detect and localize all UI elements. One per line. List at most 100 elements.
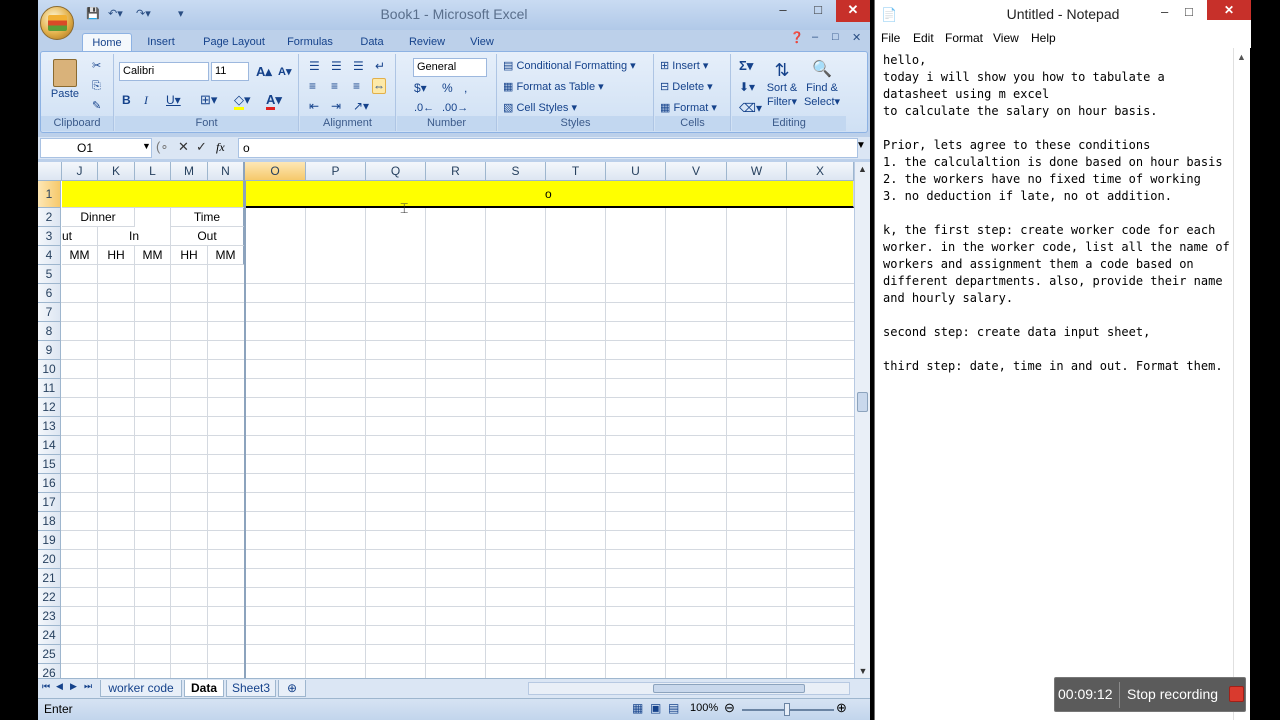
cell-dinner[interactable]: Dinner	[62, 208, 135, 227]
number-format-box[interactable]: General	[413, 58, 487, 77]
row-header[interactable]: 10	[38, 360, 61, 379]
close-button[interactable]: ✕	[836, 0, 870, 22]
customize-qat-icon[interactable]: ▾	[178, 7, 184, 23]
insert-function-icon[interactable]: fx	[216, 140, 225, 155]
page-break-view-icon[interactable]: ▤	[668, 701, 679, 715]
scroll-down-icon[interactable]: ▼	[855, 666, 870, 676]
help-icon[interactable]: ❓	[790, 31, 804, 47]
column-header[interactable]: Q	[366, 162, 426, 181]
fill-icon[interactable]: ⬇▾	[738, 79, 756, 95]
enter-entry-icon[interactable]: ✓	[196, 139, 207, 155]
row-header[interactable]: 15	[38, 455, 61, 474]
row-header[interactable]: 17	[38, 493, 61, 512]
sheet-tab-data[interactable]: Data	[184, 680, 224, 697]
currency-icon[interactable]: $▾	[413, 80, 428, 96]
row-header[interactable]: 20	[38, 550, 61, 569]
column-header[interactable]: N	[208, 162, 245, 181]
office-button[interactable]	[40, 6, 74, 40]
row-header[interactable]: 19	[38, 531, 61, 550]
cell-mm[interactable]: MM	[208, 246, 245, 265]
zoom-out-icon[interactable]: ⊖	[724, 700, 735, 716]
column-header[interactable]: J	[62, 162, 98, 181]
column-header[interactable]: O	[245, 162, 306, 181]
delete-cells-button[interactable]: ⊟ Delete ▾	[659, 79, 727, 95]
menu-edit[interactable]: Edit	[913, 31, 934, 45]
cell-time[interactable]: Time	[171, 208, 245, 227]
row-header[interactable]: 16	[38, 474, 61, 493]
comma-icon[interactable]: ,	[463, 80, 468, 96]
row-header[interactable]: 4	[38, 246, 61, 265]
column-header[interactable]: T	[546, 162, 606, 181]
horizontal-scrollbar[interactable]	[528, 682, 850, 695]
stop-recording-button[interactable]: Stop recording	[1127, 686, 1218, 702]
column-header[interactable]: S	[486, 162, 546, 181]
column-header[interactable]: K	[98, 162, 135, 181]
cell-mm[interactable]: MM	[135, 246, 171, 265]
expand-formula-bar-icon[interactable]: ▼	[856, 140, 866, 151]
font-size-box[interactable]: 11	[211, 62, 249, 81]
zoom-in-icon[interactable]: ⊕	[836, 700, 847, 716]
cell-ut[interactable]: ut	[62, 227, 98, 246]
tab-page-layout[interactable]: Page Layout	[196, 33, 272, 52]
column-header[interactable]: V	[666, 162, 727, 181]
copy-icon[interactable]: ⎘	[91, 78, 102, 94]
notepad-maximize-button[interactable]: □	[1185, 4, 1193, 19]
horizontal-scroll-thumb[interactable]	[653, 684, 805, 693]
sheet-tab-worker-code[interactable]: worker code	[100, 680, 182, 697]
tab-home[interactable]: Home	[82, 33, 132, 52]
column-header[interactable]: R	[426, 162, 486, 181]
clear-icon[interactable]: ⌫▾	[738, 100, 763, 116]
shrink-font-icon[interactable]: A▾	[277, 64, 292, 80]
conditional-formatting-button[interactable]: ▤ Conditional Formatting ▾	[502, 58, 650, 74]
scroll-up-icon[interactable]: ▲	[855, 164, 870, 174]
tab-insert[interactable]: Insert	[138, 33, 184, 52]
normal-view-icon[interactable]: ▦	[632, 701, 643, 715]
align-center-icon[interactable]: ≡	[330, 78, 339, 94]
column-header[interactable]: L	[135, 162, 171, 181]
row-header[interactable]: 22	[38, 588, 61, 607]
name-box[interactable]: O1	[40, 138, 152, 158]
ribbon-restore-icon[interactable]: □	[832, 31, 839, 47]
notepad-scroll-up-icon[interactable]: ▲	[1234, 52, 1249, 62]
row-header[interactable]: 2	[38, 208, 61, 227]
align-bottom-icon[interactable]: ☰	[352, 58, 365, 74]
ribbon-minimize-icon[interactable]: –	[812, 31, 818, 47]
align-top-icon[interactable]: ☰	[308, 58, 321, 74]
align-right-icon[interactable]: ≡	[352, 78, 361, 94]
vertical-scroll-thumb[interactable]	[857, 392, 868, 412]
align-middle-icon[interactable]: ☰	[330, 58, 343, 74]
sort-filter-button[interactable]: ⇅ Sort & Filter▾	[764, 58, 800, 110]
worksheet-grid[interactable]: J K L M N O P Q R S T U V W X 1234567891…	[38, 162, 854, 678]
zoom-slider-thumb[interactable]	[784, 703, 790, 716]
redo-icon[interactable]: ↷▾	[136, 7, 151, 23]
prev-sheet-icon[interactable]: ◀	[56, 681, 63, 692]
fill-color-icon[interactable]: ◇▾	[233, 92, 252, 110]
increase-indent-icon[interactable]: ⇥	[330, 98, 342, 114]
orientation-icon[interactable]: ↗▾	[352, 98, 370, 114]
vertical-scrollbar[interactable]: ▲ ▼	[854, 162, 870, 678]
column-header[interactable]: W	[727, 162, 787, 181]
bold-button[interactable]: B	[121, 92, 132, 108]
undo-icon[interactable]: ↶▾	[108, 7, 123, 23]
row-header[interactable]: 25	[38, 645, 61, 664]
tab-data[interactable]: Data	[352, 33, 392, 52]
increase-decimal-icon[interactable]: .0←	[413, 100, 435, 116]
cell-mm[interactable]: MM	[62, 246, 98, 265]
row-header[interactable]: 24	[38, 626, 61, 645]
row-header[interactable]: 6	[38, 284, 61, 303]
tab-review[interactable]: Review	[404, 33, 450, 52]
find-select-button[interactable]: 🔍 Find & Select▾	[802, 58, 842, 110]
page-layout-view-icon[interactable]: ▣	[650, 701, 661, 715]
format-cells-button[interactable]: ▦ Format ▾	[659, 100, 727, 116]
row-header[interactable]: 11	[38, 379, 61, 398]
row-header[interactable]: 12	[38, 398, 61, 417]
row-header[interactable]: 3	[38, 227, 61, 246]
tab-formulas[interactable]: Formulas	[282, 33, 338, 52]
namebox-dropdown-icon[interactable]: ▼	[142, 141, 151, 151]
notepad-text-area[interactable]: hello, today i will show you how to tabu…	[883, 52, 1233, 375]
merge-center-icon[interactable]: ⇔	[372, 78, 386, 94]
column-header[interactable]: P	[306, 162, 366, 181]
row-header[interactable]: 13	[38, 417, 61, 436]
insert-sheet-icon[interactable]: ⊕	[278, 680, 306, 697]
column-header[interactable]: X	[787, 162, 854, 181]
